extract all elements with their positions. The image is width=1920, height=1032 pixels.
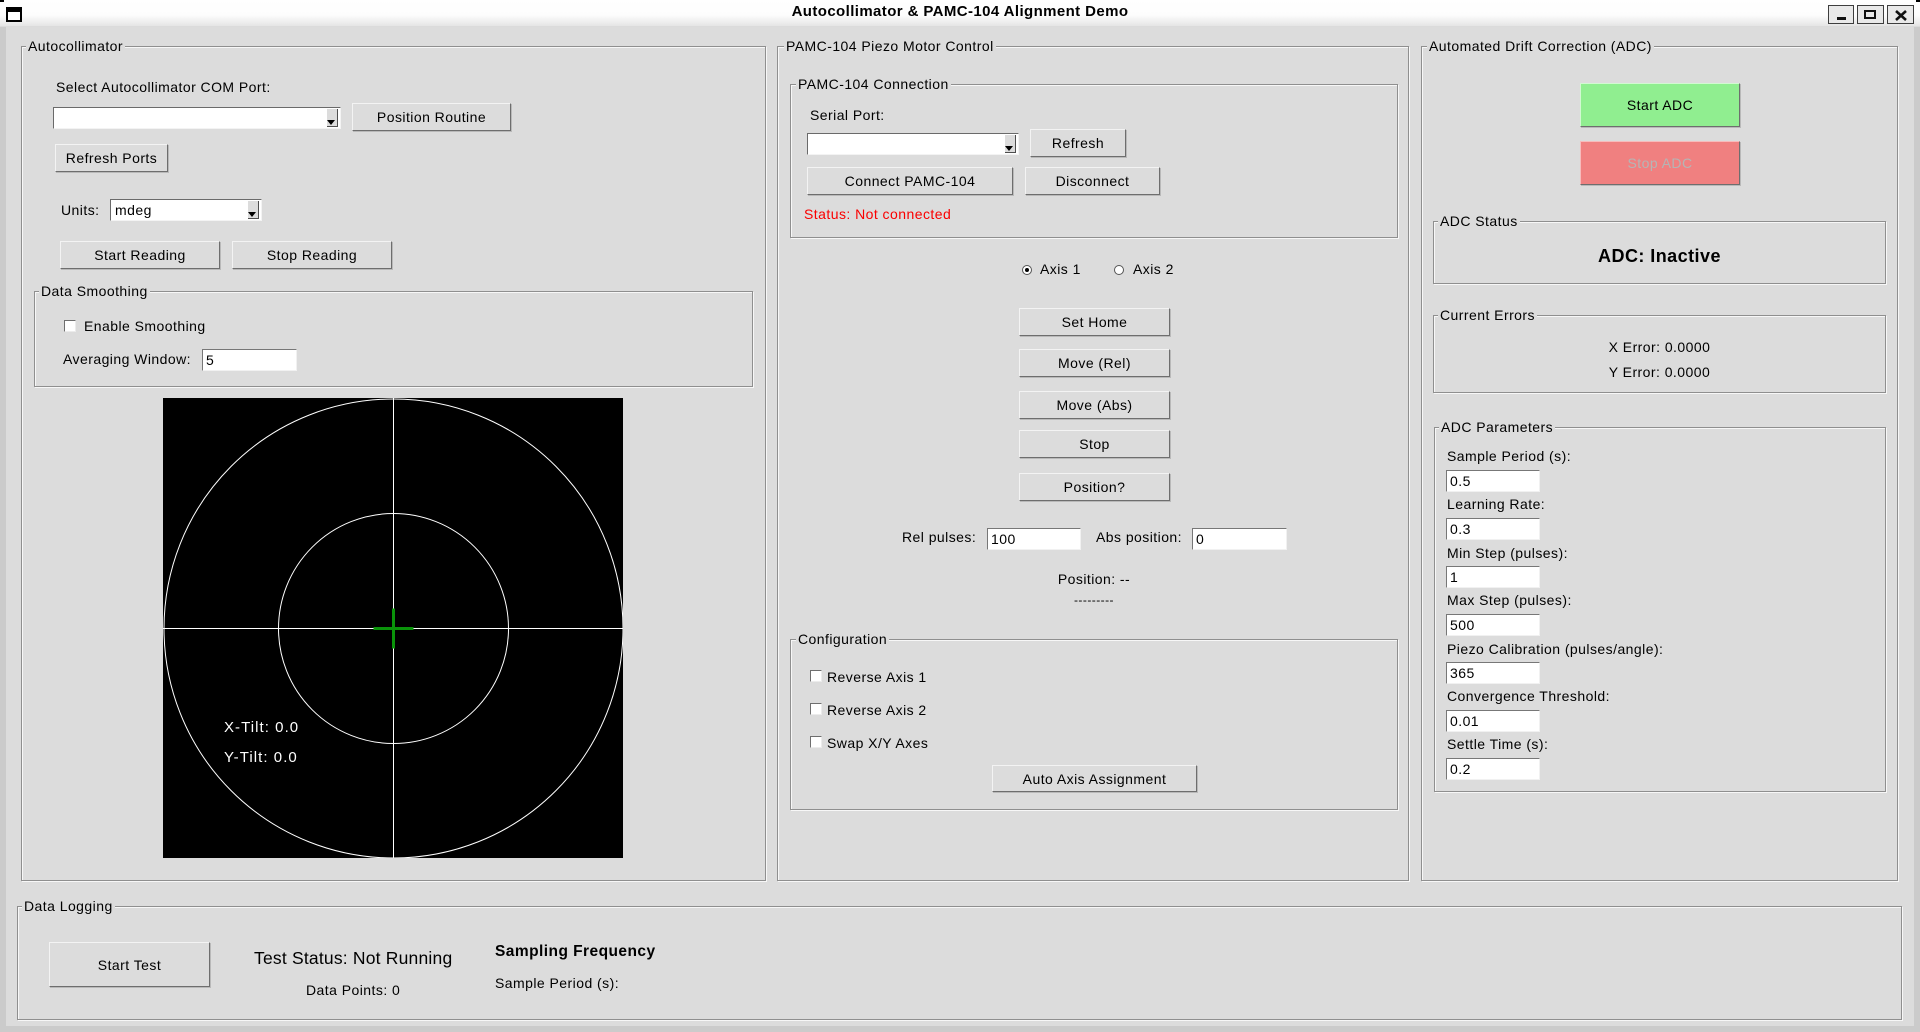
svg-text:Y-Tilt: 0.0: Y-Tilt: 0.0 xyxy=(224,749,298,766)
svg-text:X-Tilt: 0.0: X-Tilt: 0.0 xyxy=(224,719,299,736)
